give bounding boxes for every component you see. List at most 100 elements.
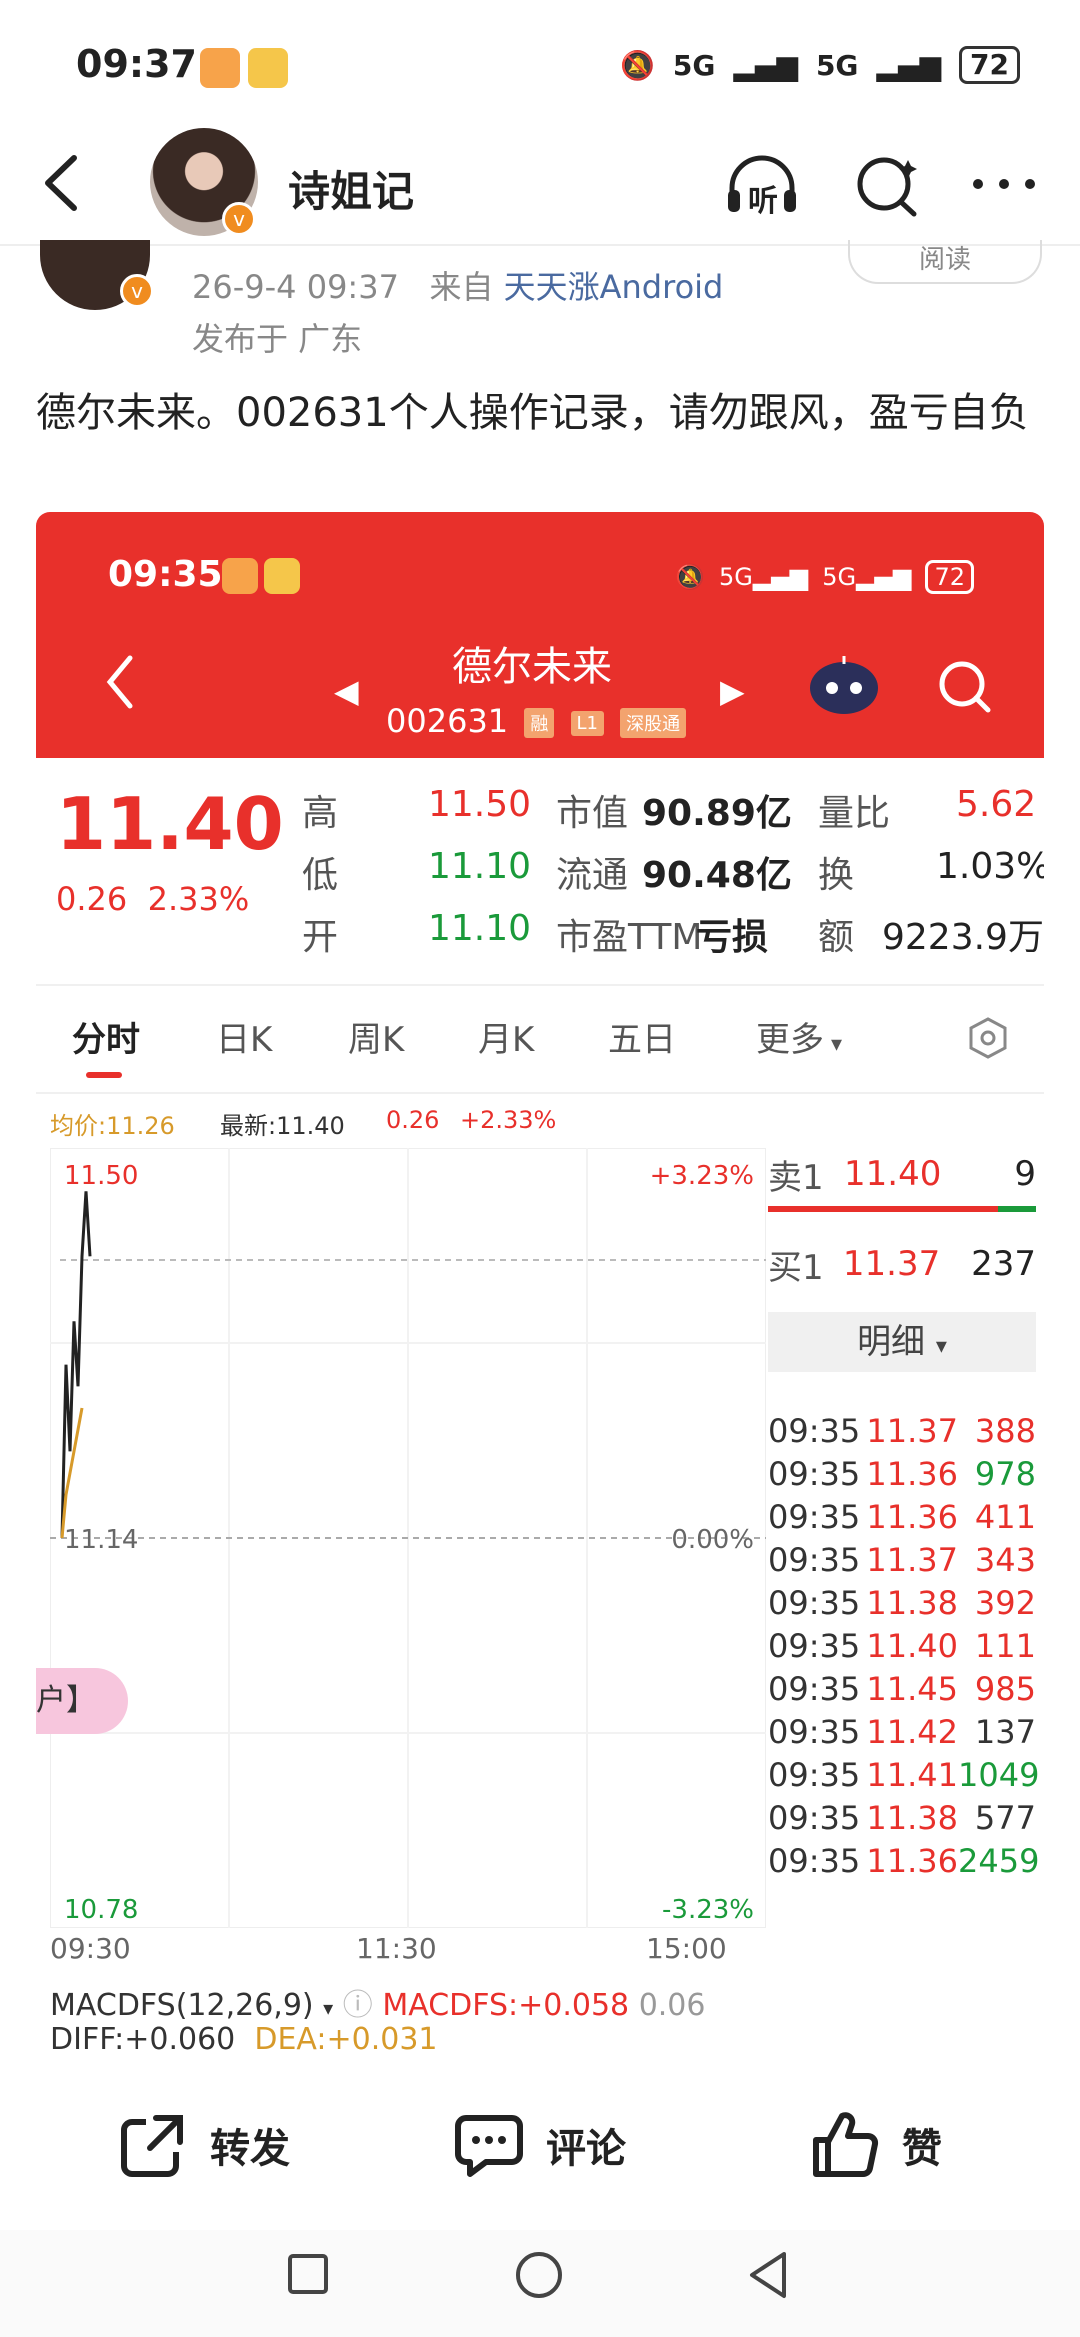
latest-label: 最新: bbox=[220, 1112, 277, 1140]
home-icon[interactable] bbox=[514, 2250, 564, 2300]
more-icon[interactable] bbox=[964, 150, 1044, 220]
trade-price: 11.40 bbox=[866, 1627, 958, 1665]
quote-label-low: 低 bbox=[302, 855, 339, 896]
floating-pill[interactable]: 户】 bbox=[36, 1668, 128, 1734]
repost-label: 转发 bbox=[210, 2126, 290, 2172]
tab-more-label: 更多 bbox=[756, 1020, 824, 1060]
trade-row: 09:35 11.38 577 bbox=[768, 1799, 1036, 1837]
comment-icon bbox=[455, 2115, 523, 2177]
tag-shenzhen-connect: 深股通 bbox=[620, 708, 687, 738]
weibo-notification-icon bbox=[248, 48, 288, 88]
trade-volume: 2459 bbox=[958, 1842, 1040, 1880]
quote-value-volratio: 5.62 bbox=[956, 784, 1037, 825]
quote-value-pe: 亏损 bbox=[696, 917, 769, 958]
trade-row: 09:35 11.42 137 bbox=[768, 1713, 1036, 1751]
tab-more[interactable]: 更多 ▾ bbox=[756, 1012, 842, 1061]
signal-icon: ▂▄▆ bbox=[733, 48, 798, 82]
trade-row: 09:35 11.40 111 bbox=[768, 1627, 1036, 1665]
detail-dropdown[interactable]: 明细 ▾ bbox=[768, 1312, 1036, 1372]
app-notification-icon bbox=[200, 48, 240, 88]
back-icon[interactable] bbox=[102, 652, 138, 712]
quote-label-mktcap: 市值 bbox=[556, 793, 629, 834]
signal-icon: 5G▂▄▆ bbox=[718, 563, 809, 591]
tab-indicator bbox=[86, 1072, 122, 1078]
trade-volume: 978 bbox=[974, 1455, 1036, 1493]
prev-stock-icon[interactable]: ◀ bbox=[334, 672, 359, 710]
stock-name: 德尔未来 bbox=[452, 644, 612, 690]
trade-volume: 111 bbox=[974, 1627, 1036, 1665]
sell-label: 卖1 bbox=[768, 1157, 824, 1198]
trade-time: 09:35 bbox=[768, 1584, 861, 1622]
trade-volume: 985 bbox=[974, 1670, 1036, 1708]
chevron-down-icon: ▾ bbox=[323, 1996, 334, 2020]
trade-price: 11.38 bbox=[866, 1799, 958, 1837]
trade-time: 09:35 bbox=[768, 1412, 861, 1450]
help-icon[interactable]: ⓘ bbox=[343, 1988, 373, 2023]
quote-label-open: 开 bbox=[302, 917, 339, 958]
listen-label: 听 bbox=[748, 184, 778, 219]
signal-1: 5G bbox=[672, 48, 716, 82]
avg-value: 11.26 bbox=[106, 1112, 175, 1140]
back-nav-icon[interactable] bbox=[746, 2250, 790, 2300]
post-date: 26-9-4 09:37 bbox=[192, 268, 399, 306]
last-price: 11.40 bbox=[56, 782, 284, 866]
listen-button[interactable]: 听 bbox=[722, 150, 802, 220]
chevron-down-icon: ▾ bbox=[824, 1032, 843, 1057]
tab-daily-k[interactable]: 日K bbox=[216, 1012, 272, 1061]
trade-time: 09:35 bbox=[768, 1627, 861, 1665]
bid-bar bbox=[997, 1206, 1036, 1212]
trade-volume: 392 bbox=[974, 1584, 1036, 1622]
mute-icon: 🔕 bbox=[675, 563, 705, 591]
trade-row: 09:35 11.36 978 bbox=[768, 1455, 1036, 1493]
trade-row: 09:35 11.37 388 bbox=[768, 1412, 1036, 1450]
sell-row: 卖1 11.40 9 bbox=[768, 1142, 1036, 1206]
tab-five-day[interactable]: 五日 bbox=[608, 1012, 676, 1061]
trade-row: 09:35 11.41 1049 bbox=[768, 1756, 1039, 1794]
trade-price: 11.45 bbox=[866, 1670, 958, 1708]
trade-price: 11.37 bbox=[866, 1541, 958, 1579]
ask-bar bbox=[768, 1206, 998, 1212]
tab-weekly-k[interactable]: 周K bbox=[348, 1012, 404, 1061]
quote-value-turnover: 1.03% bbox=[936, 846, 1044, 887]
search-icon[interactable] bbox=[848, 150, 928, 220]
robot-icon[interactable] bbox=[806, 652, 882, 716]
quote-label-high: 高 bbox=[302, 793, 339, 834]
tab-intraday[interactable]: 分时 bbox=[72, 1012, 140, 1061]
order-book: 卖1 11.40 9 买1 11.37 237 明细 ▾ bbox=[768, 1142, 1036, 1372]
quote-value-low: 11.10 bbox=[428, 846, 532, 887]
info-change-pct: +2.33% bbox=[460, 1106, 557, 1134]
read-count-button[interactable]: 阅读 bbox=[848, 240, 1042, 284]
latest-value: 11.40 bbox=[276, 1112, 345, 1140]
search-icon[interactable] bbox=[934, 656, 996, 718]
dea-value: DEA:+0.031 bbox=[254, 2022, 438, 2057]
settings-icon[interactable] bbox=[966, 1016, 1010, 1060]
recents-icon[interactable] bbox=[286, 2252, 330, 2296]
intraday-chart[interactable]: 11.50 11.14 10.78 +3.23% 0.00% -3.23% bbox=[50, 1148, 766, 1928]
trade-time: 09:35 bbox=[768, 1713, 861, 1751]
comment-button[interactable]: 评论 bbox=[452, 2100, 626, 2190]
price-change: 0.26 2.33% bbox=[56, 880, 249, 918]
repost-button[interactable]: 转发 bbox=[116, 2100, 290, 2190]
embedded-screenshot[interactable]: 09:35 🔕 5G▂▄▆ 5G▂▄▆ 72 ◀ 德尔未来 002631 融 L… bbox=[36, 512, 1044, 2060]
like-button[interactable]: 赞 bbox=[808, 2100, 942, 2190]
detail-label: 明细 bbox=[857, 1322, 926, 1362]
macd-row[interactable]: MACDFS(12,26,9) ▾ ⓘ MACDFS:+0.058 0.06 bbox=[50, 1980, 705, 2024]
page-title: 诗姐记 bbox=[288, 167, 415, 216]
trade-volume: 388 bbox=[974, 1412, 1036, 1450]
thumbs-up-icon bbox=[813, 2112, 879, 2177]
back-icon[interactable] bbox=[38, 148, 88, 218]
embedded-status-right: 🔕 5G▂▄▆ 5G▂▄▆ 72 bbox=[675, 560, 974, 594]
tab-monthly-k[interactable]: 月K bbox=[478, 1012, 534, 1061]
trade-time: 09:35 bbox=[768, 1498, 861, 1536]
post-text: 德尔未来。002631个人操作记录，请勿跟风，盈亏自负 bbox=[36, 390, 1029, 436]
next-stock-icon[interactable]: ▶ bbox=[720, 672, 745, 710]
stock-code: 002631 bbox=[386, 702, 509, 740]
trade-price: 11.41 bbox=[866, 1756, 958, 1794]
trade-time: 09:35 bbox=[768, 1756, 861, 1794]
battery-icon: 72 bbox=[959, 46, 1020, 84]
trade-price: 11.36 bbox=[866, 1455, 958, 1493]
post-source-link[interactable]: 天天涨Android bbox=[504, 268, 724, 306]
trade-row: 09:35 11.45 985 bbox=[768, 1670, 1036, 1708]
quote-value-open: 11.10 bbox=[428, 908, 532, 949]
trade-volume: 411 bbox=[974, 1498, 1036, 1536]
